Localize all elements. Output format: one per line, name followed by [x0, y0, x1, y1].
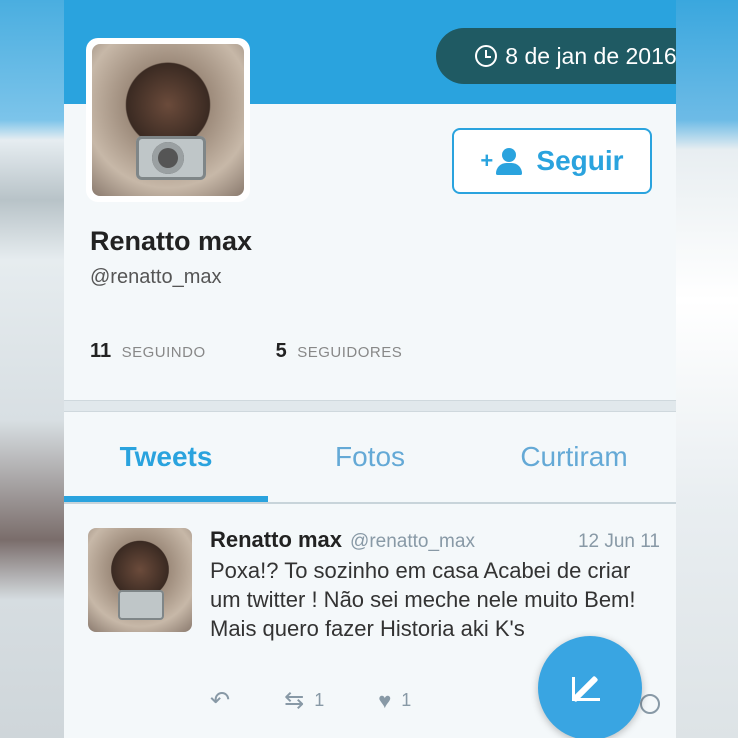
- clock-icon: [475, 45, 498, 67]
- like-button[interactable]: ♥ 1: [378, 688, 411, 714]
- compose-icon: [570, 671, 610, 705]
- like-count: 1: [401, 690, 412, 710]
- more-icon[interactable]: [640, 694, 660, 714]
- tweet-text: Poxa!? To sozinho em casa Acabei de cria…: [210, 558, 636, 641]
- avatar-image: [92, 44, 244, 196]
- add-user-icon: +: [480, 146, 526, 176]
- tab-tweets[interactable]: Tweets: [64, 412, 268, 502]
- followers-label: SEGUIDORES: [297, 344, 403, 361]
- tweet-author-handle[interactable]: @renatto_max: [350, 531, 475, 553]
- tweet-author-name[interactable]: Renatto max: [210, 527, 342, 553]
- profile-stats: 11 SEGUINDO 5 SEGUIDORES: [90, 340, 402, 363]
- reply-button[interactable]: ↶: [210, 686, 230, 715]
- profile-tabs: Tweets Fotos Curtiram: [64, 412, 676, 502]
- section-divider: [64, 400, 676, 412]
- following-count: 11: [90, 340, 112, 362]
- retweet-icon: ⇆: [284, 687, 305, 714]
- following-stat[interactable]: 11 SEGUINDO: [90, 340, 206, 363]
- tweet-avatar[interactable]: [88, 528, 192, 632]
- profile-card: 8 de jan de 2016 + Seguir Renatto max @r…: [64, 0, 676, 738]
- camera-in-photo: [136, 136, 206, 180]
- followers-count: 5: [275, 340, 287, 362]
- tweet-header: Renatto max @renatto_max 12 Jun 11: [210, 527, 660, 553]
- heart-icon: ♥: [378, 687, 392, 713]
- tab-fotos[interactable]: Fotos: [268, 412, 472, 502]
- retweet-button[interactable]: ⇆ 1: [284, 686, 324, 715]
- date-text: 8 de jan de 2016: [505, 42, 676, 69]
- following-label: SEGUINDO: [121, 344, 206, 361]
- camera-in-photo: [118, 590, 164, 620]
- tab-curtiram[interactable]: Curtiram: [472, 412, 676, 502]
- tabs-border: [64, 502, 676, 504]
- tweet-date: 12 Jun 11: [577, 531, 660, 552]
- profile-name: Renatto max: [90, 226, 253, 256]
- follow-label: Seguir: [536, 145, 624, 176]
- followers-stat[interactable]: 5 SEGUIDORES: [276, 340, 403, 363]
- retweet-count: 1: [314, 690, 325, 710]
- profile-handle: @renatto_max: [90, 266, 222, 288]
- tweet-actions: ↶ ⇆ 1 ♥ 1: [210, 686, 465, 715]
- reply-icon: ↶: [210, 687, 231, 714]
- date-badge: 8 de jan de 2016: [436, 28, 676, 84]
- profile-avatar[interactable]: [86, 38, 250, 202]
- background-left: [0, 0, 64, 738]
- background-right: [674, 0, 738, 738]
- follow-button[interactable]: + Seguir: [452, 128, 652, 194]
- compose-button[interactable]: [538, 636, 642, 738]
